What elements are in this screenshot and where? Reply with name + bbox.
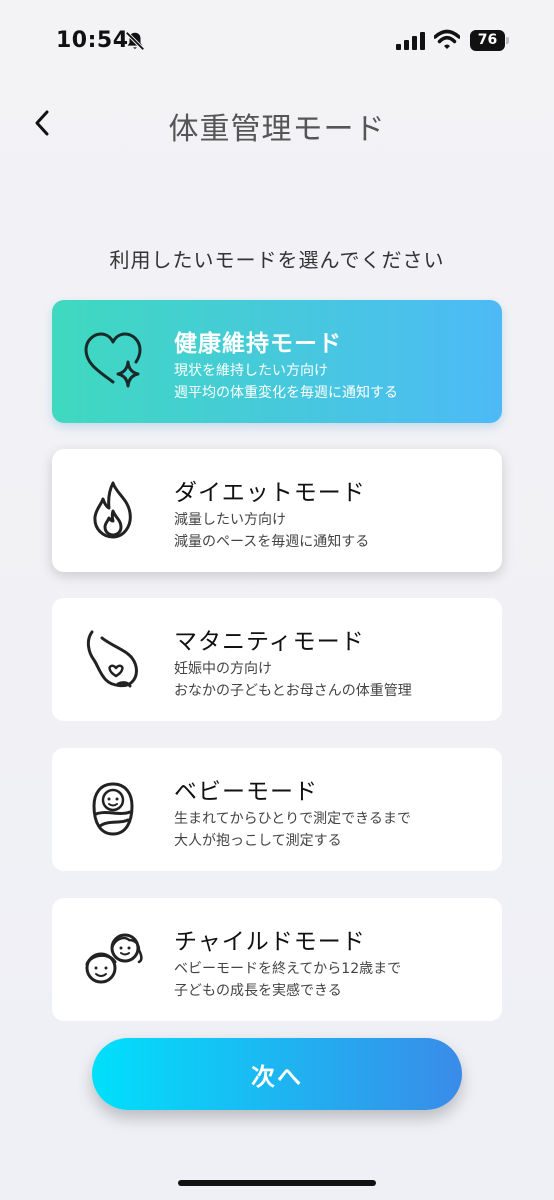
mode-card-child[interactable]: チャイルドモード ベビーモードを終えてから12歳まで 子どもの成長を実感できる: [52, 898, 502, 1021]
cellular-signal-icon: [396, 32, 425, 50]
mode-description: 現状を維持したい方向け 週平均の体重変化を毎週に通知する: [174, 360, 398, 404]
mode-desc-line-2: 減量のペースを毎週に通知する: [174, 534, 370, 550]
mode-desc-line-2: 大人が抱っこして測定する: [174, 833, 342, 849]
screen: 10:54 76 体重管理モード 利用したいモードを選んでください 健康維持モー…: [0, 0, 554, 1200]
home-indicator: [178, 1180, 376, 1186]
battery-tip: [506, 37, 509, 44]
mode-title: マタニティモード: [174, 629, 365, 655]
children-icon: [85, 933, 143, 984]
mode-card-baby[interactable]: ベビーモード 生まれてからひとりで測定できるまで 大人が抱っこして測定する: [52, 748, 502, 871]
battery-level: 76: [477, 32, 498, 48]
mode-title: チャイルドモード: [174, 929, 366, 955]
pregnancy-icon: [86, 630, 138, 688]
battery-icon: 76: [470, 30, 510, 51]
mode-desc-line-1: 妊娠中の方向け: [174, 661, 272, 677]
mode-desc-line-2: 週平均の体重変化を毎週に通知する: [174, 385, 398, 401]
page-title: 体重管理モード: [168, 112, 386, 147]
wifi-icon: [434, 29, 460, 49]
mode-description: ベビーモードを終えてから12歳まで 子どもの成長を実感できる: [174, 958, 401, 1002]
mode-desc-line-2: 子どもの成長を実感できる: [174, 983, 342, 999]
mode-title: ベビーモード: [174, 779, 318, 805]
mode-description: 生まれてからひとりで測定できるまで 大人が抱っこして測定する: [174, 808, 411, 852]
mode-title: 健康維持モード: [174, 331, 342, 357]
mode-desc-line-2: おなかの子どもとお母さんの体重管理: [174, 683, 412, 699]
mode-title: ダイエットモード: [174, 480, 366, 506]
heart-sparkle-icon: [84, 332, 142, 388]
next-button[interactable]: 次へ: [92, 1038, 462, 1110]
mode-description: 妊娠中の方向け おなかの子どもとお母さんの体重管理: [174, 658, 412, 702]
flame-icon: [93, 481, 132, 539]
swaddled-baby-icon: [92, 782, 134, 836]
mode-card-maternity[interactable]: マタニティモード 妊娠中の方向け おなかの子どもとお母さんの体重管理: [52, 598, 502, 721]
mode-desc-line-1: 減量したい方向け: [174, 512, 286, 528]
mode-card-diet[interactable]: ダイエットモード 減量したい方向け 減量のペースを毎週に通知する: [52, 449, 502, 572]
mode-desc-line-1: 生まれてからひとりで測定できるまで: [174, 811, 411, 827]
mode-card-health[interactable]: 健康維持モード 現状を維持したい方向け 週平均の体重変化を毎週に通知する: [52, 300, 502, 423]
instruction-text: 利用したいモードを選んでください: [109, 248, 445, 272]
status-time: 10:54: [56, 28, 129, 53]
bell-slash-icon: [125, 31, 145, 51]
mode-desc-line-1: ベビーモードを終えてから12歳まで: [174, 961, 402, 977]
next-button-label: 次へ: [251, 1062, 303, 1091]
mode-desc-line-1: 現状を維持したい方向け: [174, 363, 328, 379]
mode-description: 減量したい方向け 減量のペースを毎週に通知する: [174, 509, 369, 553]
status-bar: 10:54 76: [0, 0, 554, 80]
